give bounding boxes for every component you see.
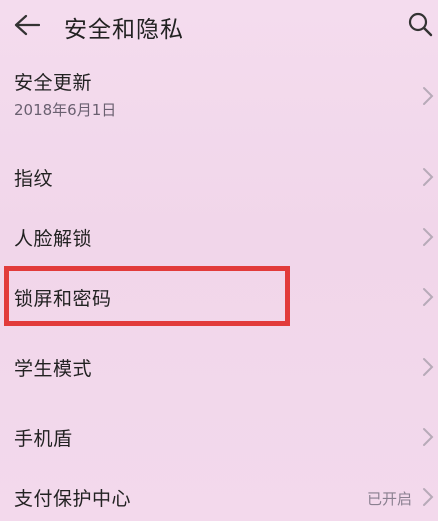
chevron-right-icon xyxy=(423,358,434,376)
list-item-fingerprint[interactable]: 指纹 xyxy=(0,152,438,202)
item-label: 学生模式 xyxy=(14,358,93,380)
chevron-right-icon xyxy=(423,288,434,306)
header: 安全和隐私 xyxy=(0,0,438,50)
chevron-right-icon xyxy=(423,428,434,446)
settings-page: 安全和隐私 安全更新 2018年6月1日 指纹 人脸解锁 锁屏和密码 学生模式 … xyxy=(0,0,438,521)
list-item-lock-screen-password[interactable]: 锁屏和密码 xyxy=(0,272,438,322)
item-label: 手机盾 xyxy=(14,428,73,450)
search-button[interactable] xyxy=(404,8,436,40)
chevron-right-icon xyxy=(423,488,434,506)
list-item-security-update[interactable]: 安全更新 2018年6月1日 xyxy=(0,62,438,126)
chevron-right-icon xyxy=(423,228,434,246)
chevron-right-icon xyxy=(423,87,434,105)
list-item-phone-shield[interactable]: 手机盾 xyxy=(0,412,438,462)
item-label: 指纹 xyxy=(14,168,54,190)
item-status-value: 已开启 xyxy=(366,490,412,508)
back-arrow-icon xyxy=(14,14,40,36)
item-label: 人脸解锁 xyxy=(14,228,93,250)
list-item-face-unlock[interactable]: 人脸解锁 xyxy=(0,212,438,262)
list-item-payment-protection[interactable]: 支付保护中心 已开启 xyxy=(0,472,438,521)
back-button[interactable] xyxy=(10,8,44,42)
chevron-right-icon xyxy=(423,168,434,186)
search-icon xyxy=(408,12,433,37)
list-item-student-mode[interactable]: 学生模式 xyxy=(0,342,438,392)
page-title: 安全和隐私 xyxy=(64,17,184,43)
item-label: 锁屏和密码 xyxy=(14,288,112,310)
item-label: 安全更新 xyxy=(14,72,93,94)
item-label: 支付保护中心 xyxy=(14,488,132,510)
item-subtitle: 2018年6月1日 xyxy=(14,101,117,119)
